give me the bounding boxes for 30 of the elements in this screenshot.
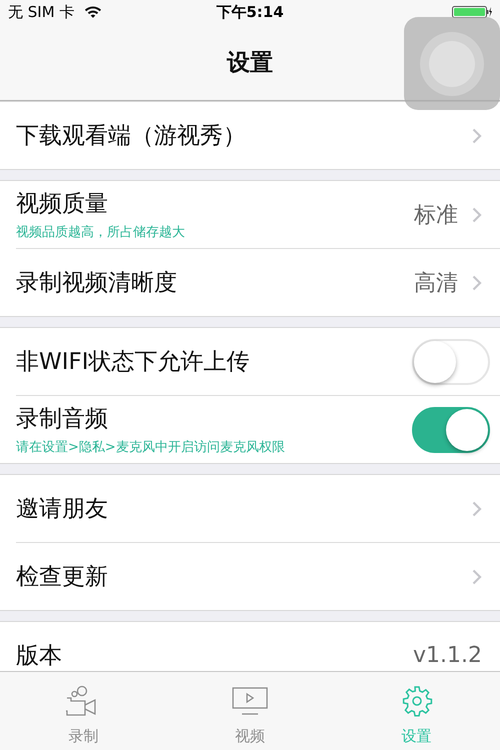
- play-screen-icon: [232, 685, 268, 717]
- chevron-icon[interactable]: [472, 500, 482, 516]
- setting-label: 下载观看端（游视秀）: [16, 122, 247, 151]
- carrier-label: 无 SIM 卡: [8, 2, 74, 22]
- page-title: 设置: [227, 48, 273, 78]
- setting-label: 录制音频: [16, 405, 109, 434]
- setting-label: 录制视频清晰度: [16, 269, 178, 298]
- chevron-icon[interactable]: [472, 568, 482, 584]
- gear-icon: [400, 685, 433, 717]
- setting-label: 版本: [16, 642, 63, 671]
- chevron-icon[interactable]: [472, 274, 482, 290]
- setting-label: 邀请朋友: [16, 495, 109, 524]
- setting-hint: 视频品质越高，所占储存越大: [16, 224, 186, 241]
- setting-label: 视频质量: [16, 190, 109, 219]
- setting-value: 标准: [414, 202, 458, 230]
- toggle-switch[interactable]: [412, 406, 490, 452]
- setting-value: v1.1.2: [413, 643, 482, 668]
- assistive-touch-button[interactable]: [404, 17, 500, 110]
- chevron-icon[interactable]: [472, 206, 482, 222]
- tab-item[interactable]: 设置: [333, 672, 500, 750]
- chevron-icon[interactable]: [472, 128, 482, 144]
- setting-hint: 请在设置>隐私>麦克风中开启访问麦克风权限: [16, 439, 286, 456]
- battery-icon: [452, 6, 492, 18]
- wifi-icon: [84, 5, 102, 19]
- setting-label: 检查更新: [16, 563, 109, 592]
- tab-item[interactable]: 视频: [166, 672, 334, 750]
- tab-item[interactable]: 录制: [0, 672, 167, 750]
- setting-value: 高清: [414, 270, 458, 298]
- status-time: 下午5:14: [216, 2, 284, 22]
- setting-label: 非WIFI状态下允许上传: [16, 348, 251, 377]
